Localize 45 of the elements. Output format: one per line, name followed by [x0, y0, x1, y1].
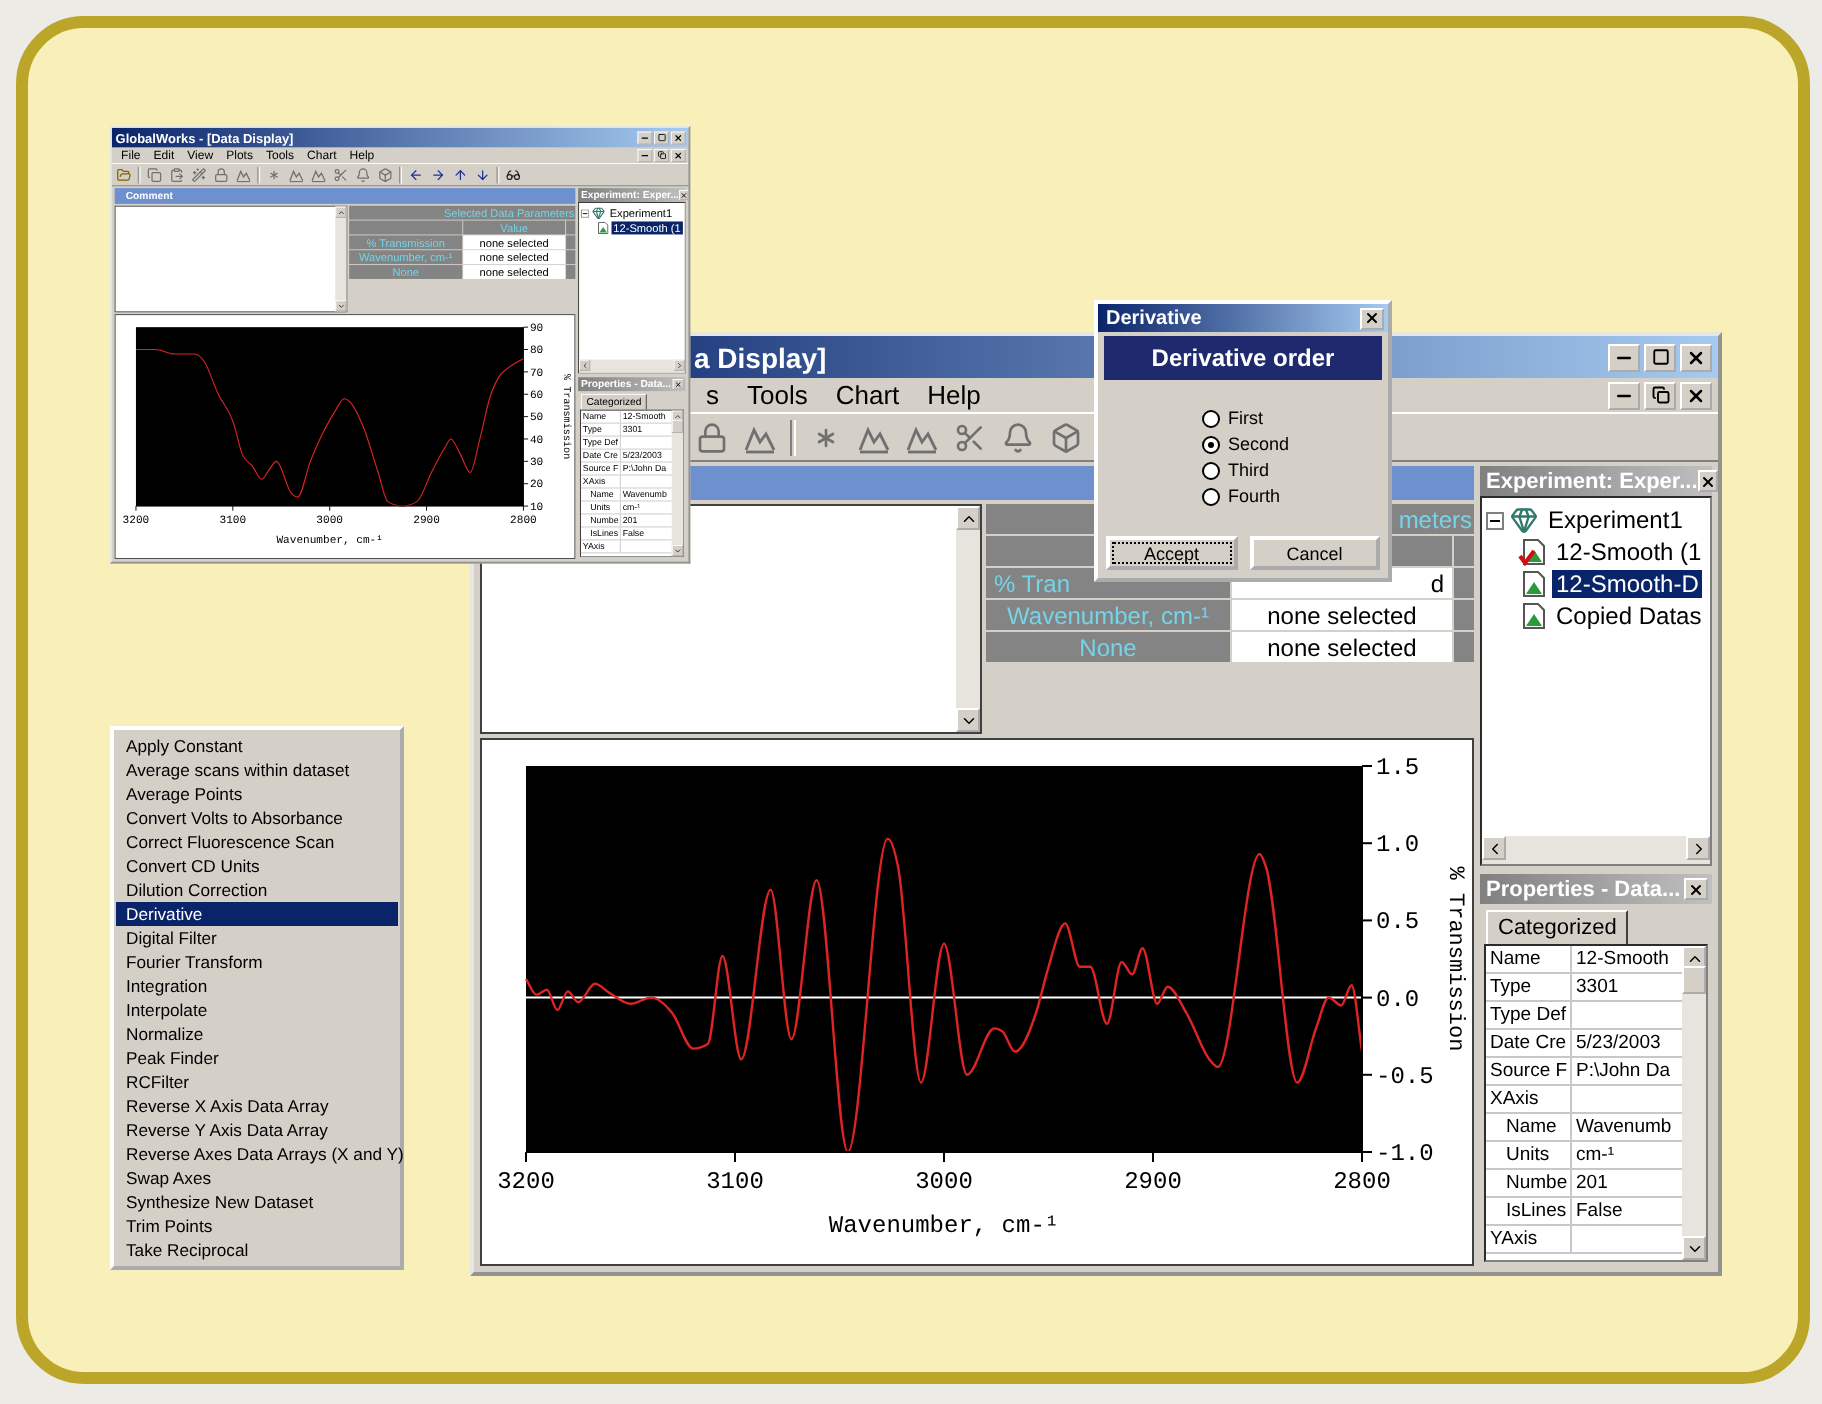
property-name: Name — [1486, 1114, 1572, 1140]
radio-label: First — [1228, 408, 1263, 428]
property-value: 5/23/2003 — [1574, 1030, 1663, 1056]
property-value: P:\John Da — [1574, 1058, 1672, 1084]
radio-label: Third — [1228, 460, 1270, 480]
property-name: Type — [1486, 974, 1572, 1000]
tick-label: 0.0 — [1376, 985, 1420, 1014]
radio-label: Fourth — [1228, 486, 1281, 506]
property-name: Type Def — [1486, 1002, 1572, 1028]
property-name: Source F — [1486, 1058, 1572, 1084]
axis-title: % Transmission — [1442, 866, 1466, 1052]
property-value: 201 — [1574, 1170, 1610, 1196]
tick-label: 3000 — [915, 1168, 973, 1196]
tick-label: 2900 — [1124, 1168, 1182, 1196]
tick-label: -0.5 — [1376, 1062, 1434, 1091]
tick-label: 1.5 — [1376, 754, 1420, 782]
tick-label: 3200 — [497, 1168, 555, 1196]
tick-label: 1.0 — [1376, 831, 1420, 860]
parameter-name: Wavenumber, cm-¹ — [986, 600, 1230, 630]
parameter-name: None — [986, 632, 1230, 662]
property-name: Name — [1486, 946, 1572, 972]
dialog-title: Derivative — [1106, 307, 1202, 329]
tick-label: 3100 — [706, 1168, 764, 1196]
radio-label: Second — [1228, 434, 1290, 454]
dialog-heading: Derivative order — [1104, 336, 1382, 380]
parameter-value: none selected — [1232, 632, 1452, 662]
property-name: XAxis — [1486, 1086, 1572, 1112]
parameter-value: none selected — [1232, 600, 1452, 630]
panel-title: Properties - Data... — [1486, 877, 1681, 901]
property-name: Date Cre — [1486, 1030, 1572, 1056]
tick-label: -1.0 — [1376, 1140, 1434, 1168]
property-value: 12-Smooth — [1574, 946, 1671, 972]
axis-title: Wavenumber, cm-¹ — [828, 1212, 1060, 1240]
property-name: Units — [1486, 1142, 1572, 1168]
window-title: a Display] — [694, 341, 827, 373]
property-value: 3301 — [1574, 974, 1621, 1000]
panel-title: Experiment: Exper... — [1486, 469, 1698, 493]
tick-label: 0.5 — [1376, 908, 1420, 937]
property-name: IsLines — [1486, 1198, 1572, 1224]
property-name: Numbe — [1486, 1170, 1572, 1196]
property-value: Wavenumb — [1574, 1114, 1674, 1140]
property-value: cm-¹ — [1574, 1142, 1616, 1168]
property-value: False — [1574, 1198, 1625, 1224]
property-name: YAxis — [1486, 1226, 1572, 1252]
tick-label: 2800 — [1333, 1168, 1391, 1196]
